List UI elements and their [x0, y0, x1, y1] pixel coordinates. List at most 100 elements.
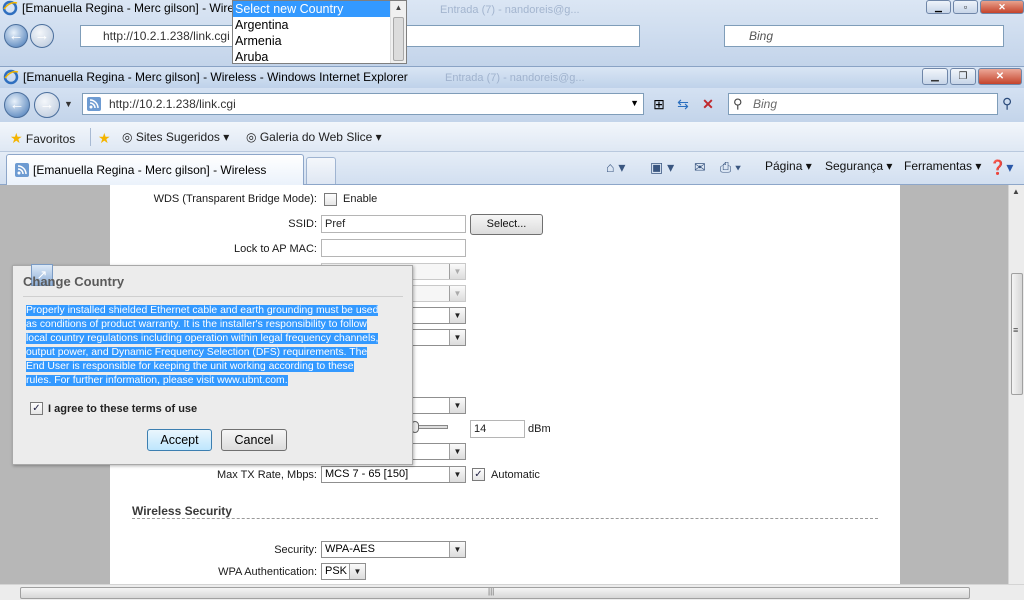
page-menu-label: Página [765, 159, 803, 173]
ssid-input[interactable]: Pref [321, 215, 466, 233]
change-country-dialog: ↗ Change Country Properly installed shie… [12, 264, 413, 465]
tab-label: [Emanuella Regina - Merc gilson] - Wirel… [33, 163, 267, 177]
minimize-icon[interactable]: ▁ [922, 68, 948, 85]
home-icon[interactable]: ⌂ ▾ [606, 159, 625, 176]
tab-bar: [Emanuella Regina - Merc gilson] - Wirel… [0, 152, 1024, 185]
country-option[interactable]: Armenia [233, 33, 406, 49]
background-tab-label: Entrada (7) - nandoreis@g... [440, 4, 580, 16]
restore-icon[interactable]: ❐ [950, 68, 976, 85]
agree-terms-label: I agree to these terms of use [48, 403, 198, 415]
favorites-bar: ★ Favoritos ★ ◎ Sites Sugeridos ▾ ◎ Gale… [0, 122, 1024, 152]
maximize-icon[interactable]: ▫ [953, 0, 978, 14]
security-menu[interactable]: Segurança ▾ [825, 159, 892, 173]
lock-ap-mac-input[interactable] [321, 239, 466, 257]
chevron-down-icon: ▼ [349, 564, 365, 579]
star-icon: ★ [10, 130, 23, 146]
wds-enable-checkbox[interactable] [324, 193, 337, 206]
ssid-select-button[interactable]: Select... [470, 214, 543, 235]
search-placeholder: Bing [753, 97, 778, 111]
output-power-input[interactable]: 14 [470, 420, 525, 438]
add-favorite-icon[interactable]: ★ [98, 130, 111, 147]
navigation-bar: ← → ▼ http://10.2.1.238/link.cgi ▼ ⊞ ⇆ ✕… [0, 88, 1024, 122]
terms-line: rules. For further information, please v… [26, 375, 288, 386]
web-slice-gallery-link[interactable]: ◎ Galeria do Web Slice ▾ [246, 130, 382, 144]
mail-icon[interactable]: ✉ [694, 159, 706, 176]
minimize-icon[interactable]: ▁ [926, 0, 951, 14]
address-bar[interactable]: http://10.2.1.238/link.cgi ▼ [82, 93, 644, 115]
vertical-scrollbar[interactable]: ▲ ≡ [1008, 185, 1024, 584]
country-option[interactable]: Aruba [233, 49, 406, 65]
forward-arrow-icon[interactable]: → [30, 24, 54, 48]
favorites-button[interactable]: ★ Favoritos [10, 130, 75, 147]
page-menu[interactable]: Página ▾ [765, 159, 812, 173]
chevron-down-icon: ▼ [449, 444, 465, 459]
terms-line: output power, and Dynamic Frequency Sele… [26, 347, 368, 358]
dropdown-scrollbar[interactable]: ▲ [390, 1, 406, 63]
close-icon[interactable]: ✕ [980, 0, 1024, 14]
background-search-box[interactable]: Bing [724, 25, 1004, 47]
wpa-authentication-label: WPA Authentication: [218, 566, 317, 578]
scroll-grip-icon: ||| [488, 587, 495, 596]
max-tx-rate-value: MCS 7 - 65 [150] [325, 468, 409, 480]
country-option[interactable]: Select new Country [233, 1, 406, 17]
suggested-sites-label: Sites Sugeridos [135, 130, 220, 144]
agree-terms-checkbox[interactable]: ✓ [30, 402, 43, 415]
dialog-divider [23, 296, 403, 297]
internet-explorer-icon [3, 69, 19, 85]
favorites-label: Favoritos [25, 132, 76, 146]
forward-arrow-icon[interactable]: → [34, 92, 60, 118]
tools-menu-label: Ferramentas [904, 159, 973, 173]
divider [90, 128, 91, 146]
feeds-icon[interactable]: ▣ ▾ [650, 159, 674, 176]
dialog-title: Change Country [23, 274, 125, 289]
history-dropdown-icon[interactable]: ▼ [64, 99, 73, 109]
compatibility-view-icon[interactable]: ⊞ [648, 94, 670, 114]
background-window-controls: ▁ ▫ ✕ [926, 0, 1024, 14]
wpa-authentication-select[interactable]: PSK ▼ [321, 563, 366, 580]
window-controls: ▁ ❐ ✕ [922, 68, 1022, 85]
window-titlebar: [Emanuella Regina - Merc gilson] - Wirel… [0, 66, 1024, 88]
back-arrow-icon[interactable]: ← [4, 24, 28, 48]
refresh-icon[interactable]: ⇆ [672, 94, 694, 114]
scroll-up-icon[interactable]: ▲ [1012, 187, 1020, 196]
horizontal-scrollbar[interactable]: ||| [0, 584, 1024, 600]
new-tab-button[interactable] [306, 157, 336, 184]
chevron-down-icon: ▼ [449, 467, 465, 482]
dropdown-scroll-thumb[interactable] [393, 17, 404, 61]
country-option[interactable]: Argentina [233, 17, 406, 33]
security-value: WPA-AES [325, 543, 375, 555]
security-select[interactable]: WPA-AES ▼ [321, 541, 466, 558]
dbm-unit-label: dBm [528, 423, 551, 435]
back-arrow-icon[interactable]: ← [4, 92, 30, 118]
accept-button[interactable]: Accept [147, 429, 212, 451]
stop-icon[interactable]: ✕ [697, 94, 719, 114]
scroll-up-icon[interactable]: ▲ [391, 1, 406, 15]
background-tab-label: Entrada (7) - nandoreis@g... [445, 72, 585, 84]
chevron-down-icon: ▼ [449, 264, 465, 279]
tab-wireless[interactable]: [Emanuella Regina - Merc gilson] - Wirel… [6, 154, 304, 185]
help-icon[interactable]: ❓▾ [989, 159, 1013, 176]
max-tx-rate-select[interactable]: MCS 7 - 65 [150] ▼ [321, 466, 466, 483]
address-dropdown-icon[interactable]: ▼ [630, 98, 639, 108]
country-dropdown-list[interactable]: Select new Country Argentina Armenia Aru… [232, 0, 407, 64]
web-slice-gallery-label: Galeria do Web Slice [259, 130, 373, 144]
horizontal-scroll-thumb[interactable] [20, 587, 970, 599]
lock-ap-mac-label: Lock to AP MAC: [234, 243, 317, 255]
search-box[interactable]: ⚲ Bing [728, 93, 998, 115]
print-icon[interactable]: ⎙ ▾ [720, 159, 741, 176]
internet-explorer-icon [2, 0, 18, 16]
chevron-down-icon: ▼ [449, 286, 465, 301]
rss-icon [87, 97, 101, 111]
search-go-icon[interactable]: ⚲ [1002, 95, 1012, 112]
automatic-checkbox[interactable]: ✓ [472, 468, 485, 481]
suggested-sites-link[interactable]: ◎ Sites Sugeridos ▾ [122, 130, 229, 144]
section-divider [132, 518, 878, 519]
tools-menu[interactable]: Ferramentas ▾ [904, 159, 981, 173]
close-icon[interactable]: ✕ [978, 68, 1022, 85]
wds-label: WDS (Transparent Bridge Mode): [153, 193, 317, 205]
rss-icon [15, 163, 29, 177]
star-plus-icon: ★ [98, 130, 111, 146]
scroll-grip-icon: ≡ [1013, 325, 1019, 335]
address-url[interactable]: http://10.2.1.238/link.cgi [109, 97, 236, 111]
cancel-button[interactable]: Cancel [221, 429, 287, 451]
